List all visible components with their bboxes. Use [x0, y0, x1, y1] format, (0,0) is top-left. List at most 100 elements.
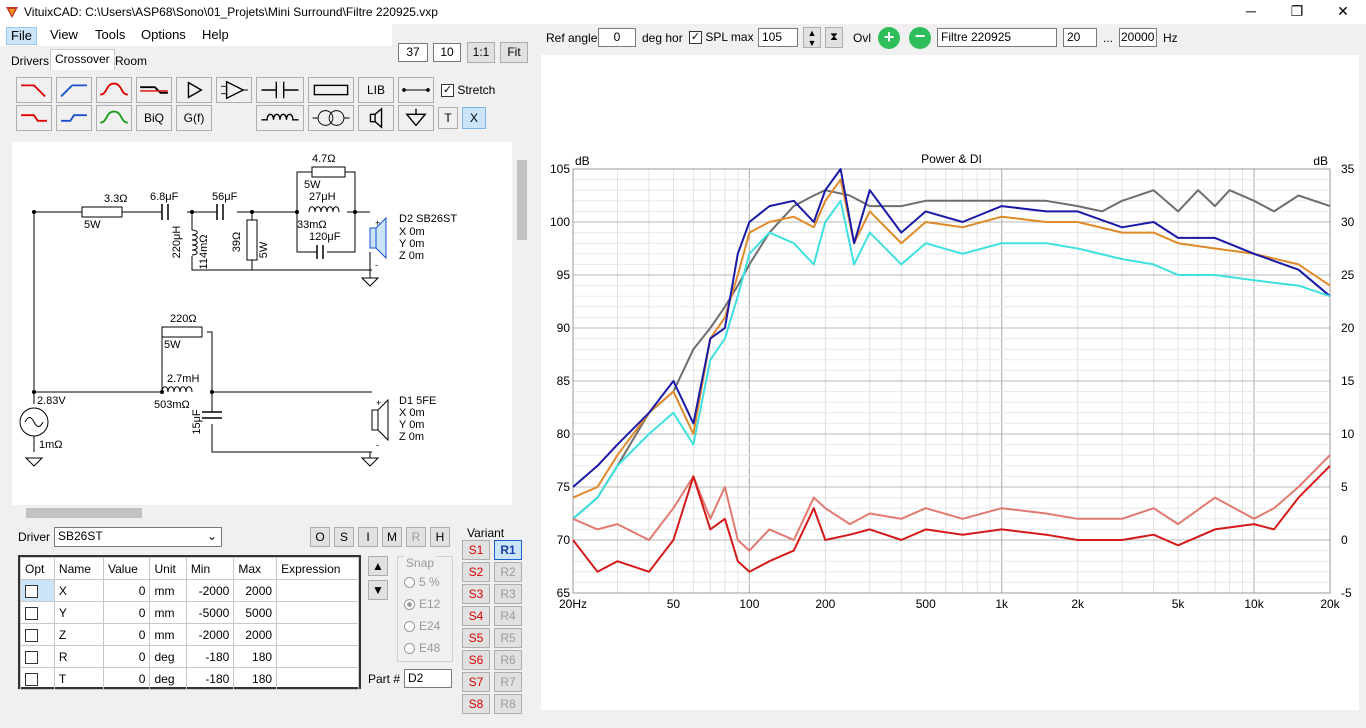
cell-value[interactable]: 0	[103, 667, 151, 690]
inductor-220uH[interactable]	[191, 229, 198, 256]
schematic-vscroll[interactable]	[514, 142, 530, 505]
move-up-button[interactable]: ▲	[368, 556, 388, 576]
ref-angle-field[interactable]: 0	[598, 28, 636, 47]
spl-reset-button[interactable]: ⧗	[825, 27, 843, 48]
freq-low-field[interactable]: 20	[1063, 28, 1097, 47]
zoom-fit-button[interactable]: Fit	[500, 42, 528, 63]
menu-help[interactable]: Help	[198, 27, 233, 45]
variant-r2-button[interactable]: R2	[494, 562, 522, 582]
variant-s2-button[interactable]: S2	[462, 562, 490, 582]
capacitor-tool[interactable]	[256, 77, 304, 103]
lowpass-red-tool[interactable]	[16, 77, 52, 103]
power-di-chart[interactable]: Power & DIdB dB65707580859095100105-50510…	[541, 55, 1359, 655]
driver-btn-m[interactable]: M	[382, 527, 402, 547]
schematic-hscroll[interactable]	[12, 505, 512, 521]
cell-expression[interactable]	[276, 579, 359, 602]
variant-s8-button[interactable]: S8	[462, 694, 490, 714]
resistor-39r[interactable]	[246, 219, 258, 261]
stretch-checkbox[interactable]: ✓ Stretch	[441, 83, 495, 98]
close-button[interactable]: ✕	[1320, 0, 1366, 24]
transformer-tool[interactable]	[308, 105, 354, 131]
overlay-name-field[interactable]: Filtre 220925	[937, 28, 1057, 47]
cell-expression[interactable]	[276, 645, 359, 668]
variant-r4-button[interactable]: R4	[494, 606, 522, 626]
variant-r6-button[interactable]: R6	[494, 650, 522, 670]
cell-min[interactable]: -2000	[185, 579, 235, 602]
driver-select[interactable]: SB26ST ⌄	[54, 527, 222, 547]
table-row[interactable]: Z 0 mm -2000 2000	[20, 623, 359, 646]
inductor-27uH[interactable]	[308, 206, 340, 213]
cell-expression[interactable]	[276, 601, 359, 624]
bandpass-green-tool[interactable]	[96, 105, 132, 131]
schematic-canvas[interactable]: + - + - 3.3Ω 5W 6.8μF 56μF 4.7Ω 5W 27μH 33mΩ 120μF…	[12, 142, 530, 521]
variant-s7-button[interactable]: S7	[462, 672, 490, 692]
allpass-tool[interactable]	[136, 77, 172, 103]
wire-tool[interactable]	[398, 77, 434, 103]
capacitor-120uF[interactable]	[316, 245, 324, 259]
zoom-1to1-button[interactable]: 1:1	[467, 42, 495, 63]
chart-pane[interactable]: Power & DI dB dB 65 70 75 80 85 90 95 100 105 -5 0 5 10…	[541, 55, 1359, 710]
driver-btn-s[interactable]: S	[334, 527, 354, 547]
cell-min[interactable]: -2000	[185, 623, 235, 646]
driver-btn-o[interactable]: O	[310, 527, 330, 547]
driver-btn-h[interactable]: H	[430, 527, 450, 547]
tweeter-icon[interactable]: +-	[369, 216, 387, 270]
cell-expression[interactable]	[276, 667, 359, 690]
add-overlay-icon[interactable]: +	[878, 27, 900, 49]
snap-e48[interactable]: E48	[404, 641, 440, 655]
table-row[interactable]: Y 0 mm -5000 5000	[20, 601, 359, 624]
snap-e24[interactable]: E24	[404, 619, 440, 633]
cell-value[interactable]: 0	[103, 579, 151, 602]
woofer-icon[interactable]: +-	[371, 398, 389, 450]
cell-value[interactable]: 0	[103, 645, 151, 668]
variant-r5-button[interactable]: R5	[494, 628, 522, 648]
bandpass-red-tool[interactable]	[96, 77, 132, 103]
driver-btn-i[interactable]: I	[358, 527, 378, 547]
spl-max-field[interactable]: 105	[758, 28, 798, 47]
snap-e12[interactable]: E12	[404, 597, 440, 611]
variant-s6-button[interactable]: S6	[462, 650, 490, 670]
cell-value[interactable]: 0	[103, 623, 151, 646]
cell-min[interactable]: -5000	[185, 601, 235, 624]
menu-tools[interactable]: Tools	[91, 27, 129, 45]
cell-max[interactable]: 2000	[233, 579, 278, 602]
parameter-table[interactable]: Opt Name Value Unit Min Max Expression X 0 mm -20…	[18, 555, 361, 690]
delete-tool-button[interactable]: X	[462, 107, 486, 129]
variant-s1-button[interactable]: S1	[462, 540, 490, 560]
menu-file[interactable]: File	[6, 27, 37, 45]
zoom-field-1[interactable]: 37	[398, 43, 428, 62]
inductor-2m7H[interactable]	[161, 386, 193, 393]
resistor-3r3[interactable]	[81, 206, 123, 218]
move-down-button[interactable]: ▼	[368, 580, 388, 600]
highpass-blue-tool[interactable]	[56, 77, 92, 103]
voltage-source-icon[interactable]	[19, 407, 49, 437]
spl-max-checkbox[interactable]: ✓ SPL max	[689, 30, 754, 45]
resistor-4r7[interactable]	[311, 166, 346, 178]
maximize-button[interactable]: ❐	[1274, 0, 1320, 24]
minimize-button[interactable]: ─	[1228, 0, 1274, 24]
part-field[interactable]: D2	[404, 669, 452, 688]
variant-r1-button[interactable]: R1	[494, 540, 522, 560]
capacitor-15uF[interactable]	[202, 411, 222, 419]
menu-view[interactable]: View	[46, 27, 82, 45]
lowpass-red2-tool[interactable]	[16, 105, 52, 131]
resistor-220r[interactable]	[161, 326, 203, 338]
speaker-tool[interactable]	[358, 105, 394, 131]
cell-max[interactable]: 2000	[233, 623, 278, 646]
tab-drivers[interactable]: Drivers	[7, 52, 53, 70]
inductor-tool[interactable]	[256, 105, 304, 131]
gf-button[interactable]: G(f)	[176, 105, 212, 131]
remove-overlay-icon[interactable]: −	[909, 27, 931, 49]
cell-max[interactable]: 180	[233, 645, 278, 668]
tab-room[interactable]: Room	[111, 52, 151, 70]
table-row[interactable]: R 0 deg -180 180	[20, 645, 359, 668]
zoom-field-2[interactable]: 10	[433, 43, 461, 62]
library-button[interactable]: LIB	[358, 77, 394, 103]
driver-btn-r[interactable]: R	[406, 527, 426, 547]
table-row[interactable]: X 0 mm -2000 2000	[20, 579, 359, 602]
opamp-tool[interactable]	[216, 77, 252, 103]
highpass-blue2-tool[interactable]	[56, 105, 92, 131]
cell-max[interactable]: 180	[233, 667, 278, 690]
spl-spin-button[interactable]: ▲ ▼	[803, 27, 821, 48]
cell-max[interactable]: 5000	[233, 601, 278, 624]
